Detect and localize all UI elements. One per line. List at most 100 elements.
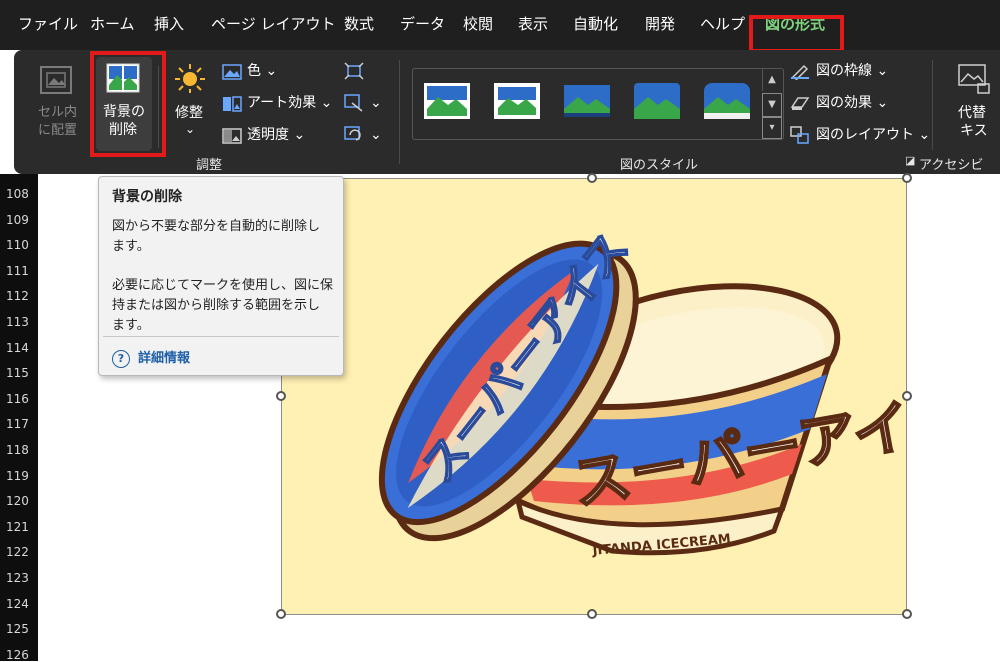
picture-effects-button[interactable]: 図の効果 ⌄	[790, 94, 910, 114]
fit-cell-label-1: セル内	[38, 105, 78, 120]
row-number[interactable]: 119	[6, 469, 29, 483]
tab-page-layout[interactable]: ページ レイアウト	[211, 14, 335, 34]
row-number[interactable]: 125	[6, 622, 29, 636]
resize-handle-bottom-right[interactable]	[902, 609, 912, 619]
tooltip-text-line: ます。	[112, 318, 150, 333]
picture-style-thumb[interactable]	[634, 83, 680, 119]
picture-style-thumb[interactable]	[704, 83, 750, 119]
ribbon-separator	[932, 60, 933, 150]
tooltip-title: 背景の削除	[112, 189, 182, 205]
ribbon-separator	[158, 66, 159, 148]
tooltip-text-line: ます。	[112, 239, 150, 254]
artistic-effects-icon	[223, 96, 242, 112]
row-number[interactable]: 113	[6, 315, 29, 329]
alt-text-icon	[958, 64, 990, 94]
alt-text-label-2: キス	[960, 123, 988, 139]
row-number[interactable]: 120	[6, 494, 29, 508]
tab-file[interactable]: ファイル	[18, 14, 78, 34]
row-number[interactable]: 118	[6, 443, 29, 457]
accessibility-group-label: アクセシビ	[919, 158, 984, 173]
row-number[interactable]: 115	[6, 366, 29, 380]
row-number[interactable]: 123	[6, 571, 29, 585]
picture-effects-label: 図の効果 ⌄	[816, 95, 889, 111]
transparency-button[interactable]: 透明度 ⌄	[222, 126, 312, 146]
tab-home[interactable]: ホーム	[90, 14, 135, 34]
tooltip-text-line: 持または図から削除する範囲を示し	[112, 298, 321, 313]
tab-automate[interactable]: 自動化	[573, 14, 618, 34]
picture-style-thumb[interactable]	[494, 83, 540, 119]
tooltip-help-link[interactable]: ? 詳細情報	[112, 347, 190, 368]
row-number[interactable]: 110	[6, 238, 29, 252]
row-number[interactable]: 114	[6, 341, 29, 355]
corrections-chevron-icon: ⌄	[185, 122, 196, 136]
tab-review[interactable]: 校閲	[463, 14, 493, 34]
ribbon-separator	[399, 60, 400, 164]
row-number[interactable]: 116	[6, 392, 29, 406]
selected-picture[interactable]: スーパーアイス JITANDA ICECREAM スーパーアイス	[281, 178, 907, 615]
tab-developer[interactable]: 開発	[645, 14, 675, 34]
transparency-icon	[222, 128, 242, 144]
corrections-button[interactable]: 修整 ⌄	[170, 60, 210, 150]
change-picture-icon	[344, 94, 363, 112]
fit-cell-button[interactable]: セル内 に配置	[32, 60, 82, 150]
resize-handle-right[interactable]	[902, 391, 912, 401]
compress-pictures-button[interactable]	[344, 62, 366, 82]
resize-handle-top[interactable]	[587, 173, 597, 183]
row-number[interactable]: 122	[6, 545, 29, 559]
row-number[interactable]: 126	[6, 648, 29, 662]
tooltip-divider	[103, 336, 339, 337]
color-icon	[222, 64, 242, 80]
picture-border-button[interactable]: 図の枠線 ⌄	[790, 62, 910, 82]
row-number[interactable]: 109	[6, 213, 29, 227]
artistic-effects-button[interactable]: アート効果 ⌄	[222, 94, 332, 114]
picture-style-thumb[interactable]	[424, 83, 470, 119]
compress-icon	[344, 62, 364, 80]
picture-styles-group-label: 図のスタイル	[620, 158, 699, 173]
color-button[interactable]: 色 ⌄	[222, 62, 292, 82]
gallery-scroll-down-button[interactable]: ▼	[762, 93, 782, 117]
gallery-more-button[interactable]: ▾	[762, 117, 782, 139]
ice-cream-illustration: スーパーアイス JITANDA ICECREAM スーパーアイス	[378, 222, 906, 559]
row-header: 108 109 110 111 112 113 114 115 116 117 118 119 120 1…	[0, 174, 38, 662]
row-number[interactable]: 111	[6, 264, 29, 278]
row-number[interactable]: 124	[6, 597, 29, 611]
reset-picture-button[interactable]: ⌄	[344, 126, 384, 146]
dialog-launcher-icon[interactable]: ◪	[905, 154, 915, 167]
menu-bar: ファイル ホーム 挿入 ページ レイアウト 数式 データ 校閲 表示 自動化 開…	[0, 0, 1000, 50]
tooltip-paragraph-2: 必要に応じてマークを使用し、図に保 持または図から削除する範囲を示し ます。	[112, 276, 334, 336]
resize-handle-bottom-left[interactable]	[276, 609, 286, 619]
picture-style-thumb[interactable]	[564, 83, 610, 119]
row-number[interactable]: 112	[6, 289, 29, 303]
highlight-box-tab	[749, 15, 844, 53]
change-picture-button[interactable]: ⌄	[344, 94, 384, 114]
reset-picture-chevron-icon: ⌄	[370, 127, 382, 143]
tab-formulas[interactable]: 数式	[344, 14, 374, 34]
change-picture-chevron-icon: ⌄	[370, 95, 382, 111]
tab-insert[interactable]: 挿入	[154, 14, 184, 34]
tab-data[interactable]: データ	[400, 14, 445, 34]
picture-layout-label: 図のレイアウト ⌄	[816, 127, 931, 143]
tooltip-paragraph-1: 図から不要な部分を自動的に削除し ます。	[112, 217, 334, 257]
transparency-label: 透明度 ⌄	[247, 127, 306, 143]
picture-layout-button[interactable]: 図のレイアウト ⌄	[790, 126, 930, 146]
tooltip-text-line: 図から不要な部分を自動的に削除し	[112, 219, 321, 234]
tab-view[interactable]: 表示	[518, 14, 548, 34]
color-label: 色 ⌄	[247, 63, 278, 79]
resize-handle-left[interactable]	[276, 391, 286, 401]
picture-layout-icon	[790, 126, 809, 144]
tab-help[interactable]: ヘルプ	[700, 14, 745, 34]
tooltip-text-line: 必要に応じてマークを使用し、図に保	[112, 278, 334, 293]
sun-icon	[175, 64, 205, 93]
alt-text-button[interactable]: 代替 キス	[948, 60, 1000, 150]
help-link-label: 詳細情報	[138, 351, 191, 366]
gallery-scroll-up-button[interactable]: ▲	[762, 69, 781, 91]
row-number[interactable]: 117	[6, 417, 29, 431]
picture-effects-icon	[790, 97, 810, 110]
resize-handle-top-right[interactable]	[902, 173, 912, 183]
adjust-group-label: 調整	[196, 158, 223, 173]
remove-background-tooltip: 背景の削除 図から不要な部分を自動的に削除し ます。 必要に応じてマークを使用し…	[98, 176, 344, 376]
row-number[interactable]: 108	[6, 187, 29, 201]
resize-handle-bottom[interactable]	[587, 609, 597, 619]
row-number[interactable]: 121	[6, 520, 29, 534]
artistic-effects-label: アート効果 ⌄	[247, 95, 333, 111]
